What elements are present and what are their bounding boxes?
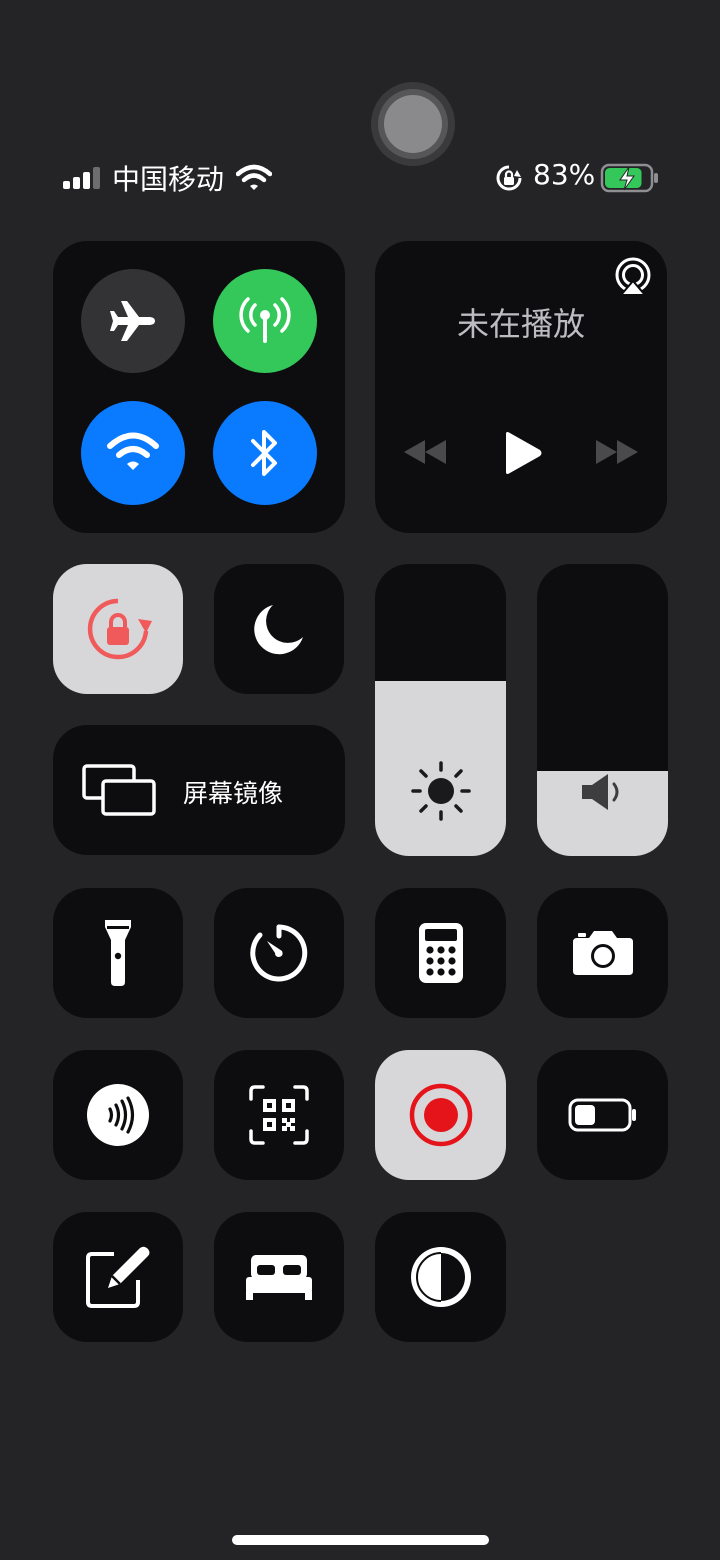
nfc-icon	[87, 1084, 149, 1146]
orientation-lock-status-icon	[496, 165, 522, 191]
bed-icon	[246, 1255, 312, 1300]
airplay-icon[interactable]	[613, 257, 653, 297]
moon-icon	[254, 605, 303, 655]
calculator-button[interactable]	[375, 888, 506, 1018]
bluetooth-toggle[interactable]	[213, 401, 317, 505]
cellular-data-toggle[interactable]	[213, 269, 317, 373]
camera-icon	[572, 931, 633, 975]
carrier-name: 中国移动	[112, 163, 225, 196]
screen-recording-toggle[interactable]	[375, 1050, 506, 1180]
record-icon	[409, 1083, 472, 1147]
volume-slider[interactable]	[537, 564, 668, 856]
timer-button[interactable]	[214, 888, 344, 1018]
brightness-slider[interactable]	[375, 564, 506, 856]
low-power-battery-icon	[568, 1098, 636, 1132]
screen-mirroring-label: 屏幕镜像	[183, 779, 284, 808]
bluetooth-icon	[251, 430, 277, 476]
home-indicator[interactable]	[232, 1535, 489, 1545]
flashlight-button[interactable]	[53, 888, 183, 1018]
notes-icon	[86, 1246, 150, 1308]
low-power-mode-toggle[interactable]	[537, 1050, 668, 1180]
nfc-wallet-button[interactable]	[53, 1050, 183, 1180]
screen-mirroring-button[interactable]: 屏幕镜像	[53, 725, 345, 855]
rewind-icon[interactable]	[403, 439, 447, 465]
qr-scanner-icon	[249, 1085, 309, 1145]
timer-icon	[250, 924, 308, 982]
dark-mode-toggle[interactable]	[375, 1212, 506, 1342]
fast-forward-icon[interactable]	[595, 439, 639, 465]
airplane-mode-toggle[interactable]	[81, 269, 185, 373]
play-icon[interactable]	[503, 431, 543, 475]
wifi-status-icon	[236, 164, 272, 190]
screen-mirroring-icon	[82, 764, 156, 816]
calculator-icon	[418, 923, 463, 983]
rotation-lock-toggle[interactable]	[53, 564, 183, 694]
qr-scanner-button[interactable]	[214, 1050, 344, 1180]
focus-do-not-disturb-toggle[interactable]	[214, 564, 344, 694]
wifi-icon	[107, 432, 159, 470]
status-bar: 中国移动 83%	[0, 150, 720, 206]
connectivity-panel	[53, 241, 345, 533]
camera-button[interactable]	[537, 888, 668, 1018]
airplane-icon	[110, 301, 155, 341]
battery-percent: 83%	[533, 158, 596, 191]
dark-mode-icon	[410, 1247, 471, 1307]
signal-bars-icon	[63, 167, 100, 189]
quick-note-button[interactable]	[53, 1212, 183, 1342]
cellular-antenna-icon	[239, 297, 291, 343]
rotation-lock-icon	[87, 598, 152, 660]
sun-icon	[411, 761, 471, 821]
now-playing-status: 未在播放	[456, 305, 585, 343]
battery-charging-icon	[600, 163, 658, 193]
now-playing-panel[interactable]: 未在播放	[375, 241, 667, 533]
flashlight-icon	[105, 920, 131, 986]
wifi-toggle[interactable]	[81, 401, 185, 505]
sleep-mode-button[interactable]	[214, 1212, 344, 1342]
speaker-icon	[582, 774, 619, 810]
